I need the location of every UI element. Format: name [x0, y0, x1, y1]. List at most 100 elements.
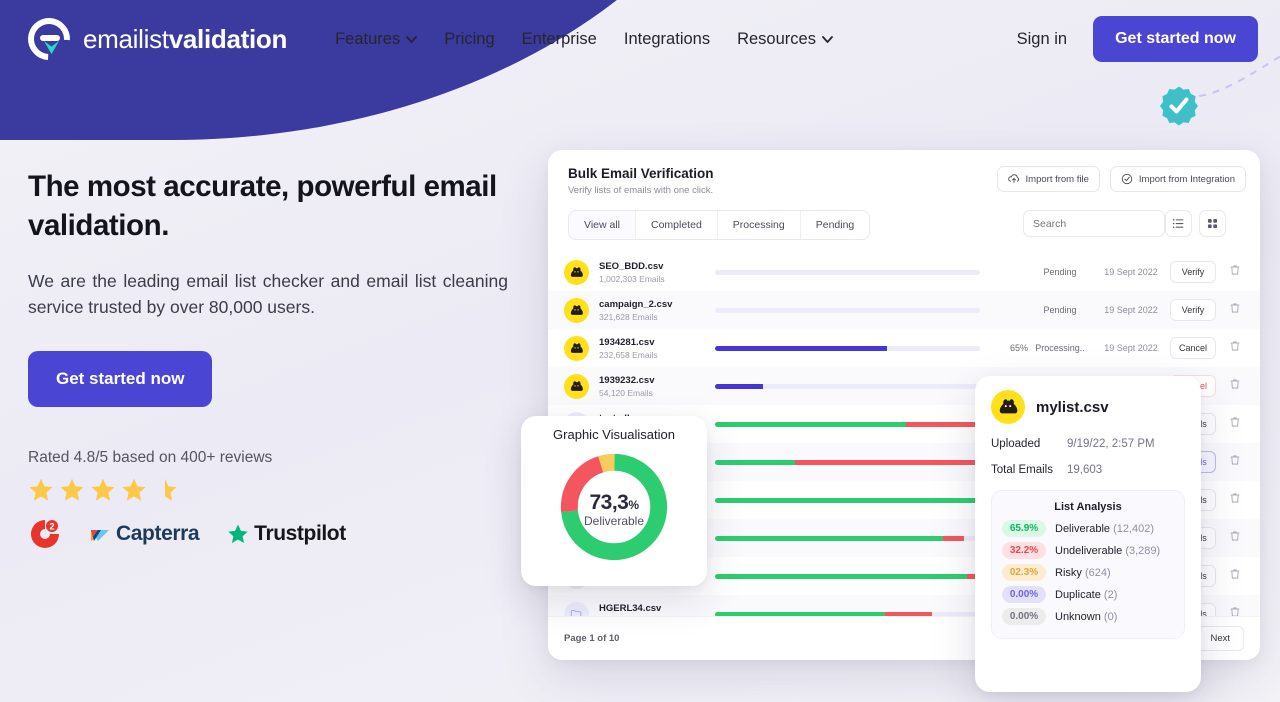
nav-item-enterprise[interactable]: Enterprise [522, 30, 597, 49]
trustpilot-star-icon [228, 524, 248, 544]
view-toggle [1165, 210, 1226, 237]
progress-bar [715, 383, 980, 389]
list-item: 0.00% Unknown (0) [1002, 608, 1174, 625]
mylist-header: mylist.csv [991, 390, 1185, 424]
upload-date: 19 Sept 2022 [1104, 305, 1158, 315]
nav-label: Resources [737, 29, 816, 48]
import-from-integration-button[interactable]: Import from Integration [1109, 166, 1246, 192]
delete-icon[interactable] [1229, 568, 1241, 580]
main-nav: Features Pricing Enterprise Integrations… [335, 30, 833, 49]
star-icon [60, 478, 84, 501]
row-action-button[interactable]: Cancel [1170, 337, 1216, 359]
delete-row-button[interactable] [1224, 263, 1246, 281]
get-started-button-hero[interactable]: Get started now [28, 351, 213, 408]
file-name: 1934281.csv [599, 336, 655, 348]
delete-row-button[interactable] [1224, 301, 1246, 319]
table-row[interactable]: SEO_BDD.csv 1,002,303 Emails Pending 19 Sep… [548, 253, 1260, 291]
file-email-count: 232,658 Emails [599, 349, 658, 360]
dashboard-tabs-row: View all Completed Processing Pending [568, 210, 1240, 240]
nav-item-pricing[interactable]: Pricing [444, 30, 494, 49]
delete-row-button[interactable] [1224, 377, 1246, 395]
list-analysis-box: List Analysis 65.9% Deliverable (12,402) 3… [991, 490, 1185, 639]
page-title: The most accurate, powerful email valida… [28, 170, 497, 242]
delete-icon[interactable] [1229, 378, 1241, 390]
delete-icon[interactable] [1229, 454, 1241, 466]
sign-in-link[interactable]: Sign in [1017, 30, 1067, 49]
dashboard-header: Bulk Email Verification Verify lists of … [548, 150, 1260, 240]
progress-bar [715, 421, 980, 427]
status-badge: Pending [1043, 305, 1077, 315]
list-item: 32.2% Undeliverable (3,289) [1002, 542, 1174, 559]
row-action-button[interactable]: Verify [1170, 261, 1216, 283]
grid-view-button[interactable] [1199, 210, 1226, 237]
tab-pending[interactable]: Pending [800, 211, 870, 239]
analysis-count: (2) [1103, 588, 1118, 601]
row-action-button[interactable]: Verify [1170, 299, 1216, 321]
progress-bar [715, 535, 980, 541]
mylist-total-row: Total Emails 19,603 [991, 464, 1185, 476]
tab-completed[interactable]: Completed [636, 211, 718, 239]
total-emails-value: 19,603 [1067, 464, 1103, 476]
hero-section: The most accurate, powerful email valida… [28, 168, 528, 551]
table-row[interactable]: campaign_2.csv 321,628 Emails Pending 19 Se… [548, 291, 1260, 329]
delete-row-button[interactable] [1224, 491, 1246, 509]
next-page-button[interactable]: Next [1196, 626, 1244, 651]
nav-item-features[interactable]: Features [335, 30, 418, 49]
chevron-down-icon [406, 35, 418, 43]
total-emails-label: Total Emails [991, 464, 1053, 476]
import-file-label: Import from file [1025, 173, 1089, 185]
graphic-visualisation-card: Graphic Visualisation 73,3% Deliverable [521, 416, 707, 586]
donut-value: 73,3% [589, 491, 639, 515]
site-header: emailistvalidation Features Pricing Ente… [0, 0, 1280, 78]
nav-label: Pricing [444, 29, 495, 48]
nav-item-resources[interactable]: Resources [737, 30, 833, 49]
grid-view-icon [1207, 218, 1218, 229]
trustpilot-label: Trustpilot [254, 522, 346, 546]
check-circle-icon [1121, 173, 1133, 185]
nav-item-integrations[interactable]: Integrations [624, 30, 710, 49]
progress-bar [715, 307, 980, 313]
upload-date: 19 Sept 2022 [1104, 267, 1158, 277]
logo[interactable]: emailistvalidation [19, 9, 287, 69]
tab-view-all[interactable]: View all [569, 211, 636, 239]
delete-row-button[interactable] [1224, 567, 1246, 585]
progress-bar [715, 345, 980, 351]
analysis-label: Duplicate (2) [1055, 588, 1118, 601]
get-started-button-header[interactable]: Get started now [1093, 16, 1258, 62]
delete-icon[interactable] [1229, 492, 1241, 504]
list-item: 0.00% Duplicate (2) [1002, 586, 1174, 603]
mailchimp-icon [564, 297, 589, 323]
status-badge: Processing.. [1035, 343, 1085, 353]
donut-value-number: 73,3 [589, 491, 629, 514]
landing-page: emailistvalidation Features Pricing Ente… [0, 0, 1280, 702]
delete-row-button[interactable] [1224, 453, 1246, 471]
tab-processing[interactable]: Processing [717, 211, 801, 239]
search-input[interactable] [1033, 217, 1168, 230]
g2-icon: 2 [31, 520, 59, 549]
table-row[interactable]: 1934281.csv 232,658 Emails 65% Processing..… [548, 329, 1260, 367]
upload-cloud-icon [1007, 174, 1019, 183]
search-box[interactable] [1023, 210, 1168, 237]
delete-row-button[interactable] [1224, 415, 1246, 433]
star-half-icon [165, 478, 177, 501]
delete-icon[interactable] [1229, 530, 1241, 542]
capterra-badge: Capterra [90, 522, 200, 546]
delete-icon[interactable] [1229, 340, 1241, 352]
progress-bar [715, 459, 980, 465]
pagination-label: Page 1 of 10 [564, 633, 620, 644]
star-icon [91, 478, 115, 501]
file-email-count: 321,628 Emails [599, 311, 658, 322]
delete-icon[interactable] [1229, 264, 1241, 276]
delete-icon[interactable] [1229, 416, 1241, 428]
import-from-file-button[interactable]: Import from file [996, 166, 1100, 192]
e-checkmark-logo-icon [19, 9, 79, 69]
file-email-count: 54,120 Emails [599, 387, 653, 398]
list-view-button[interactable] [1165, 210, 1192, 237]
list-analysis-title: List Analysis [1054, 501, 1122, 513]
delete-icon[interactable] [1229, 302, 1241, 314]
chevron-down-icon [822, 35, 833, 43]
donut-chart: 73,3% Deliverable [555, 448, 673, 571]
delete-row-button[interactable] [1224, 529, 1246, 547]
import-actions: Import from file Import from Integration [996, 166, 1246, 192]
delete-row-button[interactable] [1224, 339, 1246, 357]
